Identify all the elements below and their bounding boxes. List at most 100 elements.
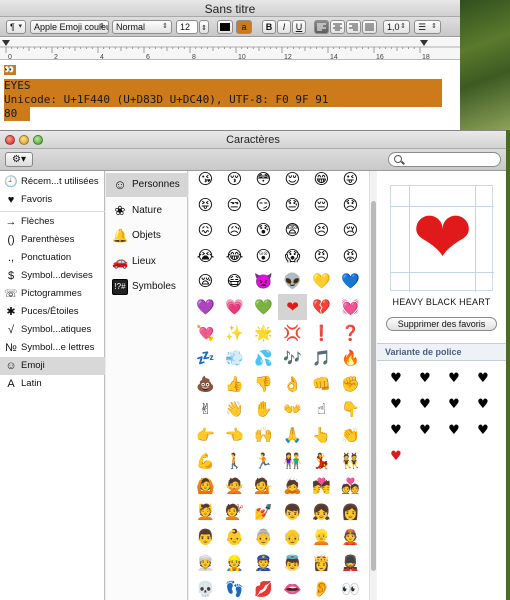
font-family-select[interactable]: ⇕ Apple Emoji couleur <box>30 20 109 34</box>
emoji-cell[interactable]: 👏 <box>336 422 365 448</box>
emoji-cell[interactable]: 😨 <box>278 217 307 243</box>
emoji-cell[interactable]: 🚶 <box>220 448 249 474</box>
emoji-cell[interactable]: 💦 <box>249 345 278 371</box>
emoji-cell[interactable]: 🌟 <box>249 320 278 346</box>
emoji-cell[interactable]: 👮 <box>249 550 278 576</box>
emoji-cell[interactable]: 👄 <box>278 576 307 600</box>
emoji-cell[interactable]: 👽 <box>278 268 307 294</box>
emoji-cell[interactable]: ❤ <box>278 294 307 320</box>
emoji-cell[interactable]: ☝ <box>307 396 336 422</box>
emoji-cell[interactable]: 💑 <box>336 473 365 499</box>
align-justify-button[interactable] <box>362 20 377 34</box>
emoji-cell[interactable]: 💀 <box>191 576 220 600</box>
category-personnes[interactable]: ☺ Personnes <box>106 173 188 197</box>
emoji-cell[interactable]: 👇 <box>336 396 365 422</box>
emoji-cell[interactable]: ✌ <box>191 396 220 422</box>
emoji-cell[interactable]: 👶 <box>220 524 249 550</box>
emoji-cell[interactable]: ✋ <box>249 396 278 422</box>
emoji-cell[interactable]: 💢 <box>278 320 307 346</box>
emoji-cell[interactable]: ❗ <box>307 320 336 346</box>
emoji-cell[interactable]: 👉 <box>191 422 220 448</box>
font-variant-glyph[interactable]: ♥ <box>412 367 438 391</box>
emoji-cell[interactable]: 💙 <box>336 268 365 294</box>
italic-button[interactable]: I <box>277 20 291 34</box>
emoji-cell[interactable]: 💂 <box>336 550 365 576</box>
font-variant-glyph[interactable]: ♥ <box>383 419 409 443</box>
font-variant-glyph[interactable]: ♥ <box>441 367 467 391</box>
line-spacing-select[interactable]: ⇕ 1,0 <box>383 20 410 34</box>
ruler[interactable]: 0 2 4 6 8 10 12 14 16 18 <box>0 38 460 60</box>
emoji-cell[interactable]: 😣 <box>307 217 336 243</box>
emoji-cell[interactable]: 😜 <box>336 171 365 192</box>
category-objets[interactable]: 🔔 Objets <box>106 224 188 248</box>
bold-button[interactable]: B <box>262 20 276 34</box>
emoji-cell[interactable]: 👿 <box>249 268 278 294</box>
emoji-cell[interactable]: 👨 <box>191 524 220 550</box>
emoji-cell[interactable]: 😡 <box>336 243 365 269</box>
search-input[interactable] <box>388 152 501 167</box>
align-center-button[interactable] <box>330 20 345 34</box>
font-variant-glyph[interactable]: ♥ <box>470 367 496 391</box>
emoji-cell[interactable]: 😳 <box>249 171 278 192</box>
emoji-cell[interactable]: 😂 <box>220 243 249 269</box>
emoji-cell[interactable]: 💃 <box>307 448 336 474</box>
document-text-area[interactable]: 👀 EYES Unicode: U+1F440 (U+D83D U+DC40),… <box>0 61 460 130</box>
emoji-cell[interactable]: 💇 <box>220 499 249 525</box>
sidebar-item[interactable]: $ Symbol...devises <box>0 267 105 285</box>
emoji-cell[interactable]: 🎵 <box>307 345 336 371</box>
emoji-cell[interactable]: 👀 <box>336 576 365 600</box>
sidebar-item[interactable]: → Flèches <box>0 213 105 231</box>
emoji-cell[interactable]: 💔 <box>307 294 336 320</box>
emoji-cell[interactable]: 🎶 <box>278 345 307 371</box>
font-variant-glyph[interactable]: ♥ <box>383 393 409 417</box>
sidebar-item[interactable]: ☺ Emoji <box>0 357 105 375</box>
sidebar-item[interactable]: A Latin <box>0 375 105 393</box>
emoji-cell[interactable]: 😒 <box>220 192 249 218</box>
emoji-cell[interactable]: 🏃 <box>249 448 278 474</box>
emoji-cell[interactable]: 👧 <box>307 499 336 525</box>
emoji-cell[interactable]: 😪 <box>191 268 220 294</box>
emoji-cell[interactable]: 👈 <box>220 422 249 448</box>
emoji-cell[interactable]: 💓 <box>336 294 365 320</box>
emoji-cell[interactable]: 👣 <box>220 576 249 600</box>
emoji-cell[interactable]: 👌 <box>278 371 307 397</box>
emoji-cell[interactable]: ❓ <box>336 320 365 346</box>
palette-titlebar[interactable]: Caractères <box>0 131 506 149</box>
emoji-cell[interactable]: 😌 <box>278 171 307 192</box>
font-variant-glyph[interactable]: ♥ <box>412 419 438 443</box>
emoji-cell[interactable]: ✨ <box>220 320 249 346</box>
emoji-cell[interactable]: 👎 <box>249 371 278 397</box>
emoji-cell[interactable]: 👊 <box>307 371 336 397</box>
emoji-cell[interactable]: 👆 <box>307 422 336 448</box>
emoji-cell[interactable]: 👦 <box>278 499 307 525</box>
emoji-cell[interactable]: 👸 <box>307 550 336 576</box>
list-style-button[interactable]: ⇕ ☰ <box>414 20 441 34</box>
gear-menu-button[interactable]: ⚙▾ <box>5 152 33 167</box>
emoji-cell[interactable]: 😥 <box>220 217 249 243</box>
sidebar-item[interactable]: ♥ Favoris <box>0 191 105 209</box>
emoji-cell[interactable]: 😠 <box>307 243 336 269</box>
emoji-cell[interactable]: 😢 <box>336 217 365 243</box>
sidebar-item[interactable]: № Symbol...e lettres <box>0 339 105 357</box>
emoji-cell[interactable]: 💜 <box>191 294 220 320</box>
sidebar-item[interactable]: () Parenthèses <box>0 231 105 249</box>
emoji-cell[interactable]: 😭 <box>191 243 220 269</box>
emoji-cell[interactable]: 💪 <box>191 448 220 474</box>
sidebar-item[interactable]: ✱ Puces/Étoiles <box>0 303 105 321</box>
font-variant-glyph[interactable]: ♥ <box>383 445 409 469</box>
emoji-cell[interactable]: 😘 <box>191 171 220 192</box>
font-variant-glyph[interactable]: ♥ <box>412 393 438 417</box>
font-size-stepper[interactable]: ⇕ <box>199 20 209 34</box>
emoji-cell[interactable]: 💨 <box>220 345 249 371</box>
emoji-cell[interactable]: 💁 <box>249 473 278 499</box>
sidebar-item[interactable]: ☏ Pictogrammes <box>0 285 105 303</box>
emoji-cell[interactable]: 💩 <box>191 371 220 397</box>
editor-titlebar[interactable]: Sans titre <box>0 0 460 17</box>
category-symboles[interactable]: !?# Symboles <box>106 275 188 299</box>
category-lieux[interactable]: 🚗 Lieux <box>106 250 188 274</box>
text-color-well[interactable] <box>217 20 233 34</box>
emoji-cell[interactable]: 🙆 <box>191 473 220 499</box>
font-variant-glyph[interactable]: ♥ <box>383 367 409 391</box>
emoji-cell[interactable]: 👴 <box>278 524 307 550</box>
emoji-cell[interactable]: 👩 <box>336 499 365 525</box>
